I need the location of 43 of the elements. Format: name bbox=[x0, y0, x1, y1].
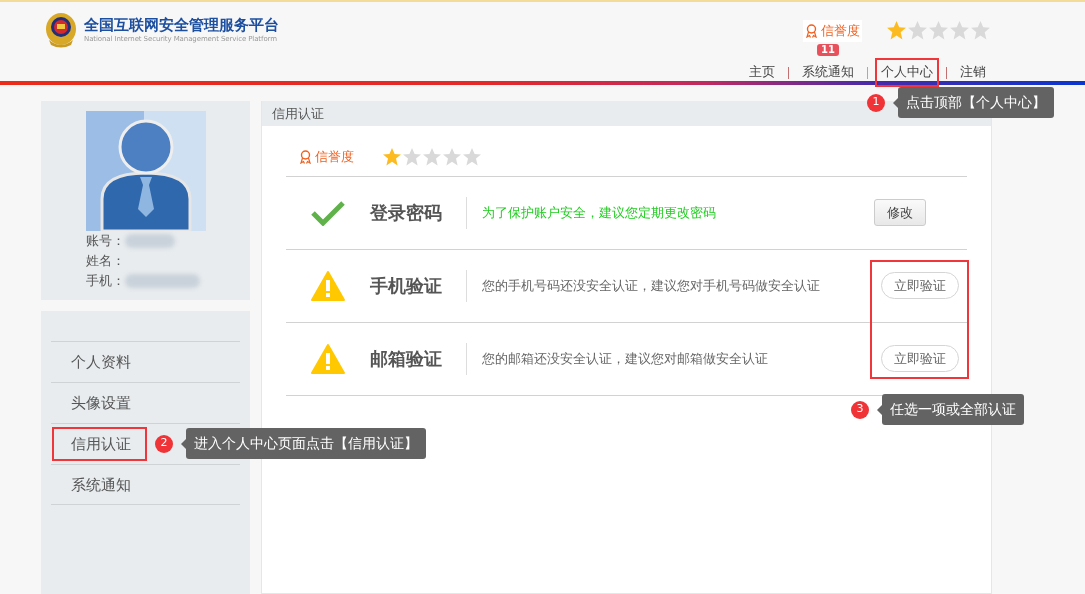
field-label: 姓名： bbox=[86, 252, 125, 271]
emblem-icon bbox=[44, 12, 78, 48]
check-icon bbox=[311, 199, 345, 226]
callout-tooltip: 进入个人中心页面点击【信用认证】 bbox=[186, 428, 426, 459]
field-label: 账号： bbox=[86, 232, 125, 251]
sidebar-item[interactable]: 系统通知 bbox=[71, 470, 134, 500]
item-description: 您的邮箱还没安全认证，建议您对邮箱做安全认证 bbox=[466, 342, 881, 375]
avatar-icon bbox=[86, 111, 206, 231]
callout-tooltip: 任选一项或全部认证 bbox=[882, 394, 1024, 425]
step-number: 1 bbox=[867, 93, 885, 112]
star-icon bbox=[907, 20, 928, 42]
credit-label: 信誉度 bbox=[821, 22, 860, 40]
edit-button[interactable]: 修改 bbox=[874, 198, 926, 227]
item-title: 邮箱验证 bbox=[370, 347, 443, 371]
count-badge: 11 bbox=[817, 44, 839, 56]
star-icon bbox=[422, 146, 442, 167]
field-label: 手机： bbox=[86, 272, 125, 291]
warning-icon bbox=[311, 343, 345, 374]
item-description: 您的手机号码还没安全认证，建议您对手机号码做安全认证 bbox=[466, 269, 881, 302]
nav-link[interactable]: 个人中心 bbox=[875, 58, 939, 87]
star-icon bbox=[949, 20, 970, 42]
star-icon bbox=[402, 146, 422, 167]
verify-button[interactable]: 立即验证 bbox=[881, 344, 959, 373]
star-icon bbox=[382, 146, 402, 167]
warning-icon bbox=[311, 270, 345, 301]
verify-button[interactable]: 立即验证 bbox=[881, 271, 959, 300]
sidebar-item[interactable]: 头像设置 bbox=[71, 388, 134, 418]
award-icon bbox=[805, 23, 818, 38]
item-title: 手机验证 bbox=[370, 274, 443, 298]
sidebar-item[interactable]: 个人资料 bbox=[71, 347, 134, 377]
award-icon bbox=[299, 149, 312, 164]
credit-label: 信誉度 bbox=[315, 148, 354, 166]
item-title: 登录密码 bbox=[370, 201, 443, 225]
star-icon bbox=[970, 20, 991, 42]
star-icon bbox=[442, 146, 462, 167]
callout-tooltip: 点击顶部【个人中心】 bbox=[898, 87, 1054, 118]
star-icon bbox=[886, 20, 907, 42]
nav-link[interactable]: 注销 bbox=[954, 58, 992, 87]
nav-link[interactable]: 主页 bbox=[743, 58, 781, 87]
sidebar-item[interactable]: 信用认证 bbox=[54, 429, 145, 459]
star-icon bbox=[462, 146, 482, 167]
star-icon bbox=[928, 20, 949, 42]
site-title: 全国互联网安全管理服务平台 bbox=[84, 16, 279, 34]
